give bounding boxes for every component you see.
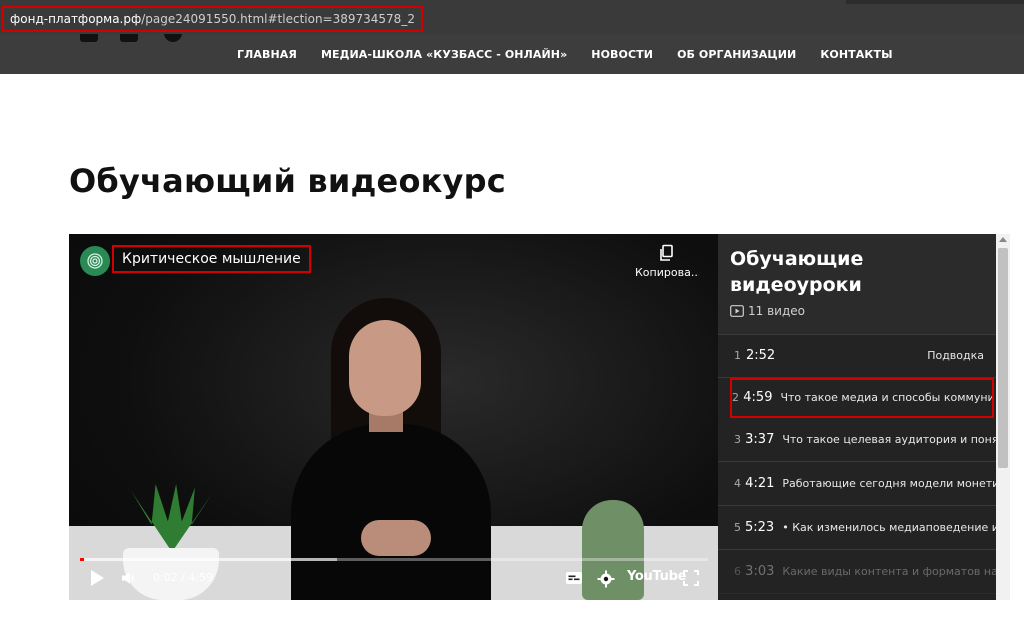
telegram-icon[interactable] xyxy=(164,34,182,42)
playlist-count: 11 видео xyxy=(730,304,805,318)
playlist-title-line1: Обучающие xyxy=(730,248,864,270)
playlist-item-index: 3 xyxy=(734,433,741,446)
playlist-item-duration: 2:52 xyxy=(746,348,776,363)
playlist-item[interactable]: 6 3:03 Какие виды контента и форматов на… xyxy=(718,550,996,594)
playlist-item-index: 4 xyxy=(734,477,741,490)
fingerprint-icon xyxy=(87,253,103,269)
nav-item-home[interactable]: ГЛАВНАЯ xyxy=(237,48,297,61)
scroll-up-arrow-icon[interactable] xyxy=(999,237,1007,242)
playlist-item-active[interactable]: 2 4:59 Что такое медиа и способы коммуни… xyxy=(730,378,994,418)
playlist-item-index: 6 xyxy=(734,565,741,578)
playlist-item-title: • Как изменилось медиаповедение и чт xyxy=(782,521,996,534)
playlist-title-line2: видеоуроки xyxy=(730,274,862,296)
progress-bar[interactable] xyxy=(80,558,708,561)
playlist-item-duration: 3:37 xyxy=(745,432,775,447)
playlist-item-title: Что такое медиа и способы коммуника xyxy=(780,391,994,404)
playlist-count-label: 11 видео xyxy=(748,304,805,318)
playlist-item-index: 5 xyxy=(734,521,741,534)
fullscreen-icon[interactable] xyxy=(683,570,699,590)
progress-played xyxy=(80,558,85,561)
player-controls: 0:02 / 4:59 YouTube xyxy=(69,558,718,600)
main-nav: ГЛАВНАЯ МЕДИА-ШКОЛА «КУЗБАСС - ОНЛАЙН» Н… xyxy=(237,34,917,74)
url-field[interactable]: фонд-платформа.рф/page24091550.html#tlec… xyxy=(2,6,423,32)
url-path: /page24091550.html#tlection=389734578_2 xyxy=(141,12,415,26)
playlist-item-duration: 5:23 xyxy=(745,520,775,535)
video-scene-presenter xyxy=(291,292,531,600)
social-links xyxy=(78,34,198,46)
copy-link-label: Копирова... xyxy=(635,266,699,279)
youtube-playlist-embed: Критическое мышление Копирова... 0:02 / … xyxy=(69,234,1010,600)
url-host: фонд-платформа.рф xyxy=(10,12,142,26)
scrollbar-thumb[interactable] xyxy=(998,248,1008,468)
playlist-item-title: Работающие сегодня модели монетиза xyxy=(782,477,996,490)
playlist-items: 1 2:52 Подводка 2 4:59 Что такое медиа и… xyxy=(718,334,996,594)
playlist-item-title: Подводка xyxy=(927,349,984,362)
playlist-item-title: Что такое целевая аудитория и поняти xyxy=(782,433,996,446)
nav-item-about[interactable]: ОБ ОРГАНИЗАЦИИ xyxy=(677,48,796,61)
site-header: ГЛАВНАЯ МЕДИА-ШКОЛА «КУЗБАСС - ОНЛАЙН» Н… xyxy=(0,34,1024,74)
play-icon[interactable] xyxy=(91,570,104,586)
playlist-header: Обучающие видеоуроки 11 видео xyxy=(718,234,996,335)
video-title[interactable]: Критическое мышление xyxy=(112,245,311,273)
playlist-item-index: 1 xyxy=(734,349,741,362)
copy-link-button[interactable]: Копирова... xyxy=(635,244,699,279)
playlist-item[interactable]: 3 3:37 Что такое целевая аудитория и пон… xyxy=(718,418,996,462)
playlist-scrollbar[interactable] xyxy=(996,234,1010,600)
browser-url-bar[interactable]: фонд-платформа.рф/page24091550.html#tlec… xyxy=(0,0,1024,34)
page-title: Обучающий видеокурс xyxy=(69,162,506,200)
progress-buffered xyxy=(80,558,338,561)
settings-gear-icon[interactable] xyxy=(597,570,615,592)
time-display: 0:02 / 4:59 xyxy=(153,571,214,584)
nav-item-media-school[interactable]: МЕДИА-ШКОЛА «КУЗБАСС - ОНЛАЙН» xyxy=(321,48,567,61)
channel-avatar[interactable] xyxy=(80,246,110,276)
playlist-item-duration: 3:03 xyxy=(745,564,775,579)
volume-icon[interactable] xyxy=(121,570,137,590)
nav-item-news[interactable]: НОВОСТИ xyxy=(591,48,653,61)
playlist-icon xyxy=(730,305,744,317)
nav-item-contacts[interactable]: КОНТАКТЫ xyxy=(820,48,892,61)
playlist-item[interactable]: 5 5:23 • Как изменилось медиаповедение и… xyxy=(718,506,996,550)
video-player[interactable]: Критическое мышление Копирова... 0:02 / … xyxy=(69,234,718,600)
youtube-logo[interactable]: YouTube xyxy=(627,569,686,584)
playlist-title[interactable]: Обучающие видеоуроки xyxy=(730,246,863,298)
playlist-item[interactable]: 4 4:21 Работающие сегодня модели монетиз… xyxy=(718,462,996,506)
playlist-item-duration: 4:59 xyxy=(743,390,773,405)
copy-icon xyxy=(660,244,673,261)
browser-strip xyxy=(846,0,1024,4)
vk-icon[interactable] xyxy=(80,34,98,42)
playlist-item[interactable]: 1 2:52 Подводка xyxy=(718,334,996,378)
playlist-item-index: 2 xyxy=(732,391,739,404)
playlist-panel: Обучающие видеоуроки 11 видео 1 2:52 Под… xyxy=(718,234,1010,600)
playlist-item-title: Какие виды контента и форматов наиб xyxy=(782,565,996,578)
subtitles-icon[interactable] xyxy=(565,570,583,590)
youtube-icon[interactable] xyxy=(120,34,138,42)
playlist-item-duration: 4:21 xyxy=(745,476,775,491)
